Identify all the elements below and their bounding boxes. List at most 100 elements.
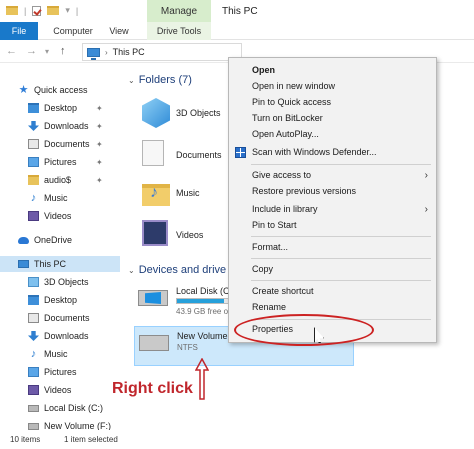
menu-item-open-new-window[interactable]: Open in new window: [229, 79, 436, 94]
menu-item-rename[interactable]: Rename: [229, 300, 436, 315]
recent-locations-button[interactable]: ▾: [45, 47, 49, 56]
star-icon: ★: [18, 84, 29, 96]
submenu-arrow-icon: ›: [424, 204, 428, 215]
devices-group-header[interactable]: ⌄ Devices and drive: [128, 264, 226, 276]
menu-item-create-shortcut[interactable]: Create shortcut: [229, 284, 436, 299]
pin-icon: ✦: [96, 157, 103, 167]
sidebar-item-music[interactable]: ♪ Music: [0, 190, 120, 206]
menu-item-restore-versions[interactable]: Restore previous versions: [229, 184, 436, 199]
sidebar-item-documents-pc[interactable]: Documents: [0, 310, 120, 326]
up-arrow-icon: [195, 358, 209, 400]
qat-separator: |: [24, 5, 27, 16]
defender-icon: [235, 147, 246, 158]
sidebar-item-3d-objects[interactable]: 3D Objects: [0, 274, 120, 290]
menu-item-open[interactable]: Open: [229, 63, 436, 78]
sidebar-item-quick-access[interactable]: ★ Quick access: [0, 82, 120, 98]
folder-tile-videos[interactable]: Videos: [142, 220, 242, 262]
sidebar-item-downloads[interactable]: Downloads ✦: [0, 118, 120, 134]
menu-item-pin-quick-access[interactable]: Pin to Quick access: [229, 95, 436, 110]
group-header-label: Folders (7): [138, 74, 192, 86]
sidebar-item-label: Desktop: [44, 103, 78, 113]
folder-icon: [28, 175, 39, 185]
pin-icon: ✦: [96, 175, 103, 185]
sidebar-item-label: 3D Objects: [44, 277, 89, 287]
group-header-label: Devices and drive: [138, 264, 227, 276]
folder-label: Music: [176, 188, 200, 198]
address-text: This PC: [112, 47, 145, 57]
qat-dropdown-icon[interactable]: ▾: [65, 5, 70, 16]
qat-separator: |: [75, 5, 79, 16]
folders-group-header[interactable]: ⌄ Folders (7): [128, 74, 192, 86]
sidebar-item-desktop-pc[interactable]: Desktop: [0, 292, 120, 308]
menu-item-label: Scan with Windows Defender...: [252, 147, 377, 157]
tab-computer[interactable]: Computer: [48, 22, 98, 40]
sidebar-item-label: Documents: [44, 139, 90, 149]
music-icon: ♪: [30, 192, 37, 204]
chevron-down-icon[interactable]: ⌄: [128, 76, 135, 85]
address-chevron-icon[interactable]: ›: [105, 48, 108, 57]
properties-icon[interactable]: [32, 5, 42, 16]
documents-icon: [28, 139, 39, 149]
menu-item-pin-start[interactable]: Pin to Start: [229, 218, 436, 233]
menu-item-scan-defender[interactable]: Scan with Windows Defender...: [229, 145, 436, 160]
manage-tab[interactable]: Manage: [147, 0, 211, 22]
status-bar: 10 items 1 item selected: [0, 430, 474, 449]
chevron-down-icon[interactable]: ⌄: [128, 266, 135, 275]
sidebar-item-label: Music: [44, 193, 68, 203]
tab-file[interactable]: File: [0, 22, 38, 40]
new-folder-icon[interactable]: [47, 6, 60, 15]
menu-separator: [251, 164, 431, 165]
sidebar-item-downloads-pc[interactable]: Downloads: [0, 328, 120, 344]
pin-icon: ✦: [96, 121, 103, 131]
up-button[interactable]: ↑: [60, 45, 66, 57]
context-menu: Open Open in new window Pin to Quick acc…: [228, 57, 437, 343]
sidebar-item-desktop[interactable]: Desktop ✦: [0, 100, 120, 116]
sidebar-item-label: Pictures: [44, 367, 77, 377]
drive-icon: [139, 335, 169, 351]
sidebar-item-documents[interactable]: Documents ✦: [0, 136, 120, 152]
menu-item-include-library[interactable]: Include in library ›: [229, 202, 436, 217]
properties-highlight-ellipse: [234, 314, 374, 346]
sidebar-item-music-pc[interactable]: ♪ Music: [0, 346, 120, 362]
sidebar-item-local-disk-c[interactable]: Local Disk (C:): [0, 400, 120, 416]
folder-tile-documents[interactable]: Documents: [142, 140, 242, 182]
menu-item-autoplay[interactable]: Open AutoPlay...: [229, 127, 436, 142]
videos-icon: [28, 385, 39, 395]
tab-view[interactable]: View: [104, 22, 134, 40]
sidebar-item-this-pc[interactable]: This PC: [0, 256, 120, 272]
forward-button[interactable]: →: [26, 45, 37, 57]
sidebar-item-label: Videos: [44, 211, 72, 221]
address-bar[interactable]: › This PC: [82, 43, 242, 61]
sidebar-item-videos-pc[interactable]: Videos: [0, 382, 120, 398]
menu-item-format[interactable]: Format...: [229, 240, 436, 255]
sidebar-item-label: Downloads: [44, 121, 89, 131]
title-bar: | ▾ | Manage This PC: [0, 0, 474, 22]
documents-icon: [142, 140, 164, 166]
menu-item-give-access[interactable]: Give access to ›: [229, 168, 436, 183]
pictures-icon: [28, 157, 39, 167]
sidebar-item-onedrive[interactable]: OneDrive: [0, 232, 120, 248]
submenu-arrow-icon: ›: [424, 170, 428, 181]
folder-tile-3d-objects[interactable]: 3D Objects: [142, 98, 242, 140]
folder-label: Videos: [176, 230, 204, 240]
3d-objects-icon: [142, 98, 170, 128]
folder-icon[interactable]: [6, 6, 18, 15]
sidebar-item-audio[interactable]: audio$ ✦: [0, 172, 120, 188]
back-button[interactable]: ←: [6, 45, 17, 57]
menu-item-label: Include in library: [252, 204, 318, 214]
music-icon: ♪: [150, 184, 158, 201]
menu-separator: [251, 258, 431, 259]
sidebar-item-pictures-pc[interactable]: Pictures: [0, 364, 120, 380]
folder-tile-music[interactable]: ♪ Music: [142, 178, 242, 220]
sidebar-item-pictures[interactable]: Pictures ✦: [0, 154, 120, 170]
menu-item-bitlocker[interactable]: Turn on BitLocker: [229, 111, 436, 126]
menu-item-copy[interactable]: Copy: [229, 262, 436, 277]
status-item-count: 10 items: [10, 435, 41, 444]
tab-drive-tools[interactable]: Drive Tools: [147, 22, 211, 40]
drive-icon: [28, 422, 39, 430]
folder-label: 3D Objects: [176, 108, 221, 118]
sidebar-item-label: Music: [44, 349, 68, 359]
pin-icon: ✦: [96, 103, 103, 113]
sidebar-item-videos[interactable]: Videos: [0, 208, 120, 224]
download-icon: [28, 121, 39, 131]
